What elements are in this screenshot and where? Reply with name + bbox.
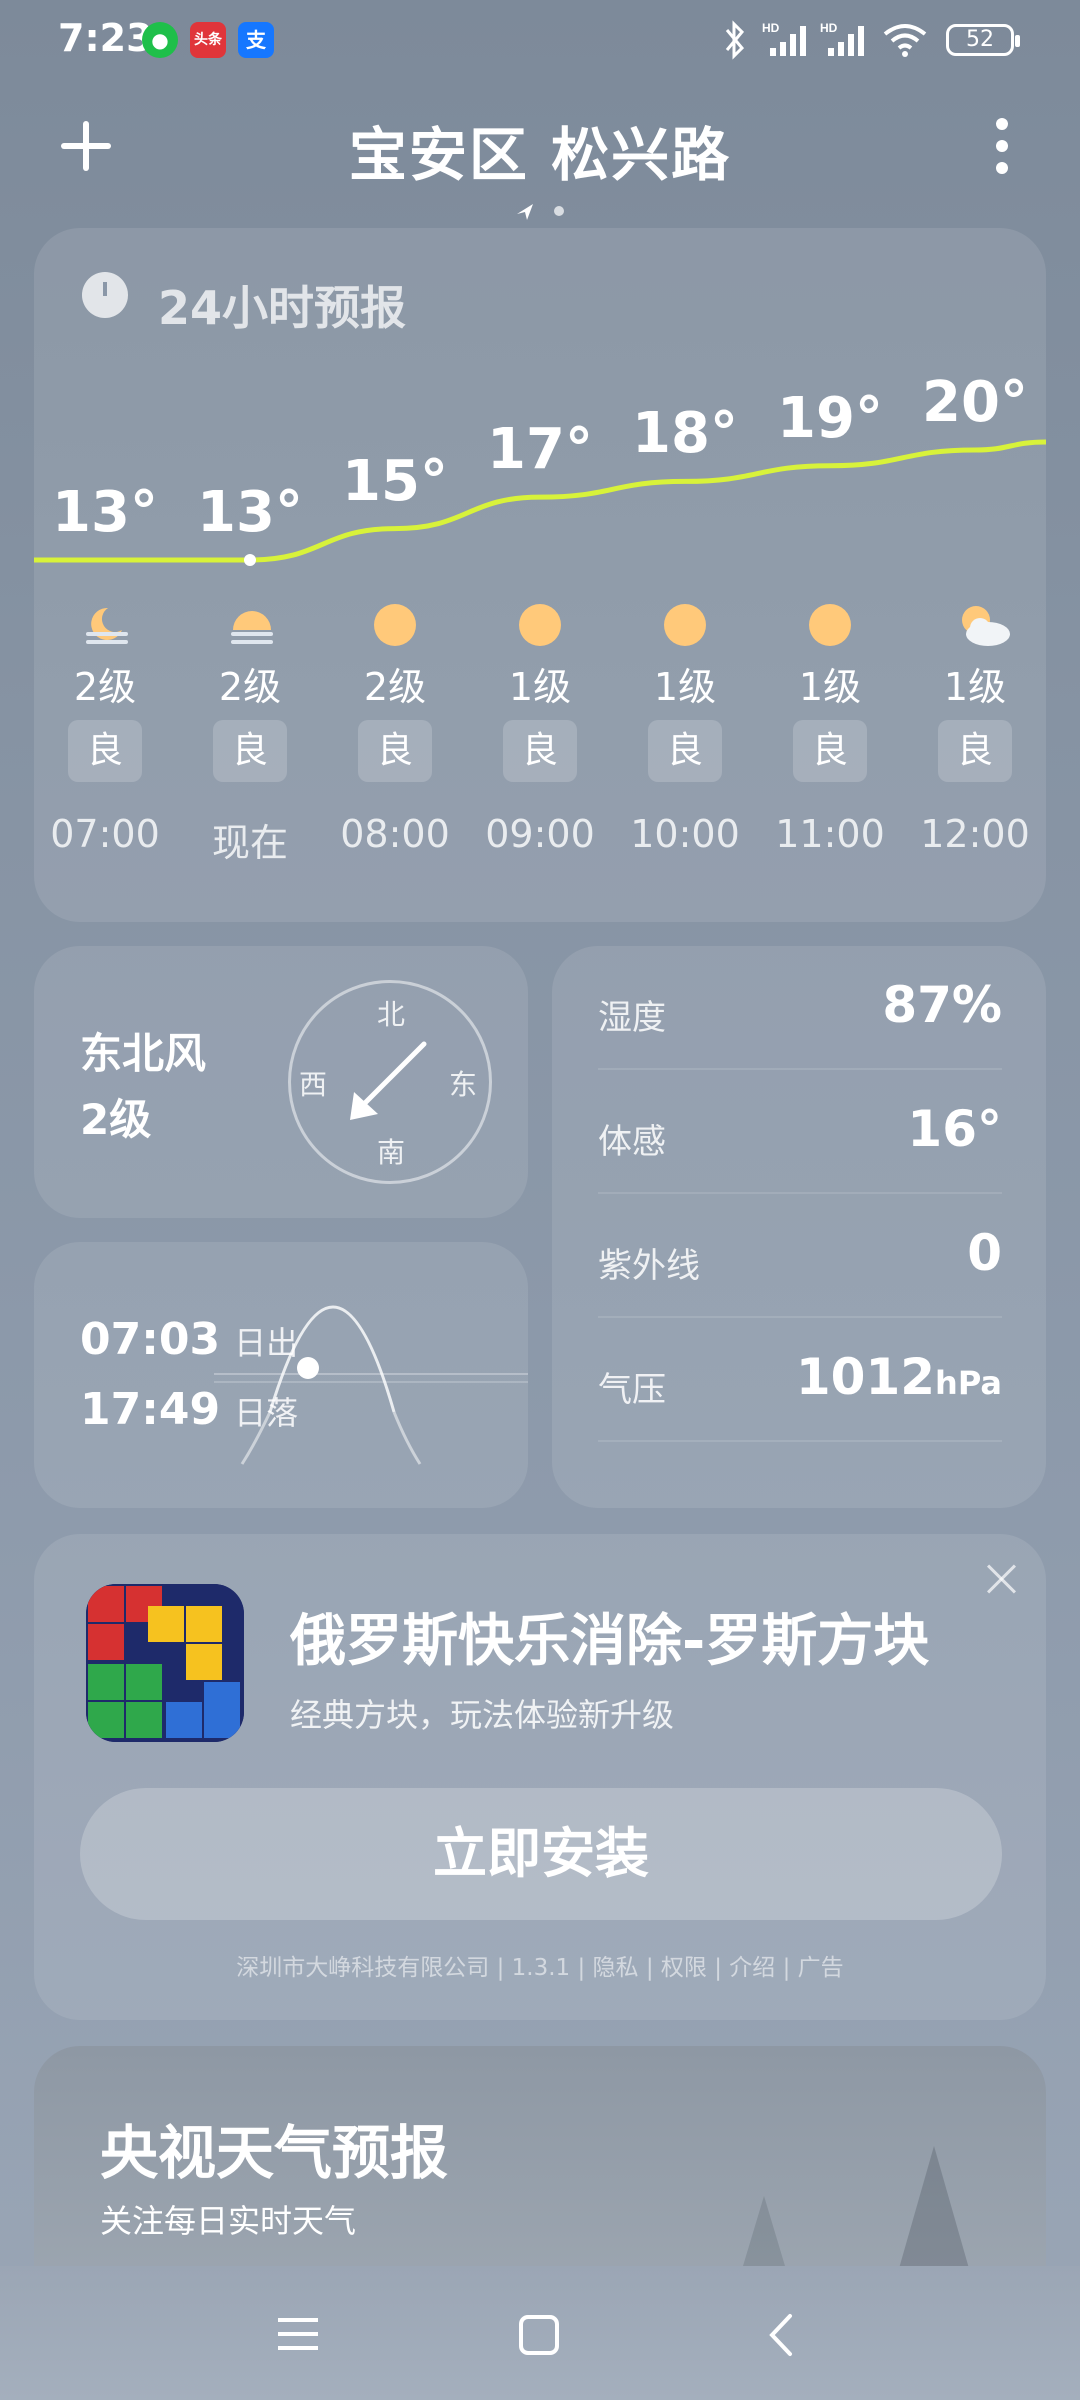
uv-value: 0 — [967, 1224, 1002, 1282]
svg-text:HD: HD — [820, 21, 838, 35]
system-navigation-bar — [0, 2266, 1080, 2400]
hour-aqi-badge: 良 — [358, 720, 432, 782]
page-indicator — [517, 204, 564, 220]
svg-text:HD: HD — [762, 21, 780, 35]
hour-time: 12:00 — [920, 812, 1030, 856]
wind-card[interactable]: 东北风 2级 北 南 东 西 — [34, 946, 528, 1218]
wechat-icon: ● — [142, 22, 178, 58]
location-arrow-icon — [517, 204, 533, 220]
hour-wind-level: 1级 — [798, 665, 862, 709]
pressure-unit: hPa — [935, 1364, 1002, 1402]
hour-wind-level: 1级 — [943, 665, 1007, 709]
battery-indicator: 52 — [946, 24, 1020, 56]
hour-aqi-badge: 良 — [68, 720, 142, 782]
wind-level: 2级 — [80, 1095, 152, 1144]
ad-title[interactable]: 俄罗斯快乐消除-罗斯方块 — [290, 1596, 929, 1677]
sun-haze-icon — [227, 602, 273, 648]
pressure-number: 1012 — [795, 1348, 936, 1406]
hourly-forecast-card[interactable]: 24小时预报 13° 2级良 07:00 13° 2级良现在 15° 2级良 08:00 17°… — [34, 228, 1046, 922]
hour-temperature: 17° — [487, 417, 593, 483]
wind-compass: 北 南 东 西 — [288, 980, 492, 1184]
hour-time: 10:00 — [630, 812, 740, 856]
hour-time: 08:00 — [340, 812, 450, 856]
humidity-row: 湿度 87% — [598, 946, 1002, 1070]
feels-like-row: 体感 16° — [598, 1070, 1002, 1194]
hour-aqi-badge: 良 — [793, 720, 867, 782]
wind-direction: 东北风 — [80, 1029, 207, 1078]
hour-time: 09:00 — [485, 812, 595, 856]
hour-temperature: 15° — [342, 448, 448, 514]
ad-footer[interactable]: 深圳市大峥科技有限公司 | 1.3.1 | 隐私 | 权限 | 介绍 | 广告 — [34, 1948, 1046, 1982]
home-icon[interactable] — [518, 2314, 560, 2356]
pressure-value: 1012hPa — [796, 1348, 1002, 1406]
hour-temperature: 19° — [777, 385, 883, 451]
sun-icon — [807, 602, 853, 648]
sun-position-icon — [297, 1357, 319, 1379]
tetris-app-icon[interactable] — [86, 1584, 244, 1742]
ad-card[interactable]: 俄罗斯快乐消除-罗斯方块 经典方块，玩法体验新升级 立即安装 深圳市大峥科技有限… — [34, 1534, 1046, 2020]
alipay-icon: 支 — [238, 22, 274, 58]
toutiao-icon: 头条 — [190, 22, 226, 58]
humidity-value: 87% — [882, 976, 1002, 1034]
hour-wind-level: 2级 — [73, 665, 137, 709]
hour-wind-level: 1级 — [653, 665, 717, 709]
ad-subtitle: 经典方块，玩法体验新升级 — [290, 1696, 675, 1734]
hour-aqi-badge: 良 — [213, 720, 287, 782]
sunrise-sunset-card[interactable]: 07:03 日出 17:49 日落 — [34, 1242, 528, 1508]
install-button[interactable]: 立即安装 — [80, 1788, 1002, 1920]
back-icon[interactable] — [766, 2312, 796, 2358]
hour-wind-level: 2级 — [218, 665, 282, 709]
wind-arrow-icon — [350, 1041, 427, 1120]
hour-aqi-badge: 良 — [648, 720, 722, 782]
moon-haze-icon — [82, 602, 128, 648]
hour-temperature: 18° — [632, 401, 738, 467]
hour-time: 现在 — [211, 821, 288, 865]
hour-time: 11:00 — [775, 812, 885, 856]
signal-hd-icon: HD — [762, 21, 806, 56]
status-time: 7:23 — [58, 16, 153, 60]
sun-arc — [214, 1305, 528, 1465]
hour-wind-level: 2级 — [363, 665, 427, 709]
hour-time: 07:00 — [50, 812, 160, 856]
uv-row: 紫外线 0 — [598, 1194, 1002, 1318]
more-menu-button[interactable] — [994, 118, 1010, 174]
menu-icon[interactable] — [276, 2316, 320, 2352]
weather-details-card[interactable]: 湿度 87% 体感 16° 紫外线 0 气压 1012hPa — [552, 946, 1046, 1508]
sun-icon — [372, 602, 418, 648]
hour-aqi-badge: 良 — [503, 720, 577, 782]
hour-temperature: 20° — [922, 370, 1028, 435]
wifi-icon — [883, 24, 927, 57]
hour-wind-level: 1级 — [508, 665, 572, 709]
pressure-label: 气压 — [598, 1370, 666, 1410]
close-icon[interactable] — [986, 1564, 1016, 1594]
hour-temperature: 13° — [197, 480, 303, 545]
partly-cloudy-icon — [952, 602, 1010, 648]
pressure-row: 气压 1012hPa — [598, 1318, 1002, 1442]
hour-aqi-badge: 良 — [938, 720, 1012, 782]
feels-like-value: 16° — [907, 1100, 1002, 1158]
current-hour-marker — [244, 554, 256, 566]
signal-hd2-icon: HD — [820, 21, 864, 56]
hour-temperature: 13° — [52, 480, 158, 545]
sun-icon — [517, 602, 563, 648]
location-title: 宝安区 松兴路 — [348, 121, 732, 189]
humidity-label: 湿度 — [598, 998, 666, 1038]
uv-label: 紫外线 — [598, 1246, 700, 1286]
feels-like-label: 体感 — [598, 1122, 666, 1162]
sun-icon — [662, 602, 708, 648]
bluetooth-icon — [725, 20, 745, 60]
status-bar: 7:23 ● 头条 支 HD HD 52 — [0, 0, 1080, 80]
